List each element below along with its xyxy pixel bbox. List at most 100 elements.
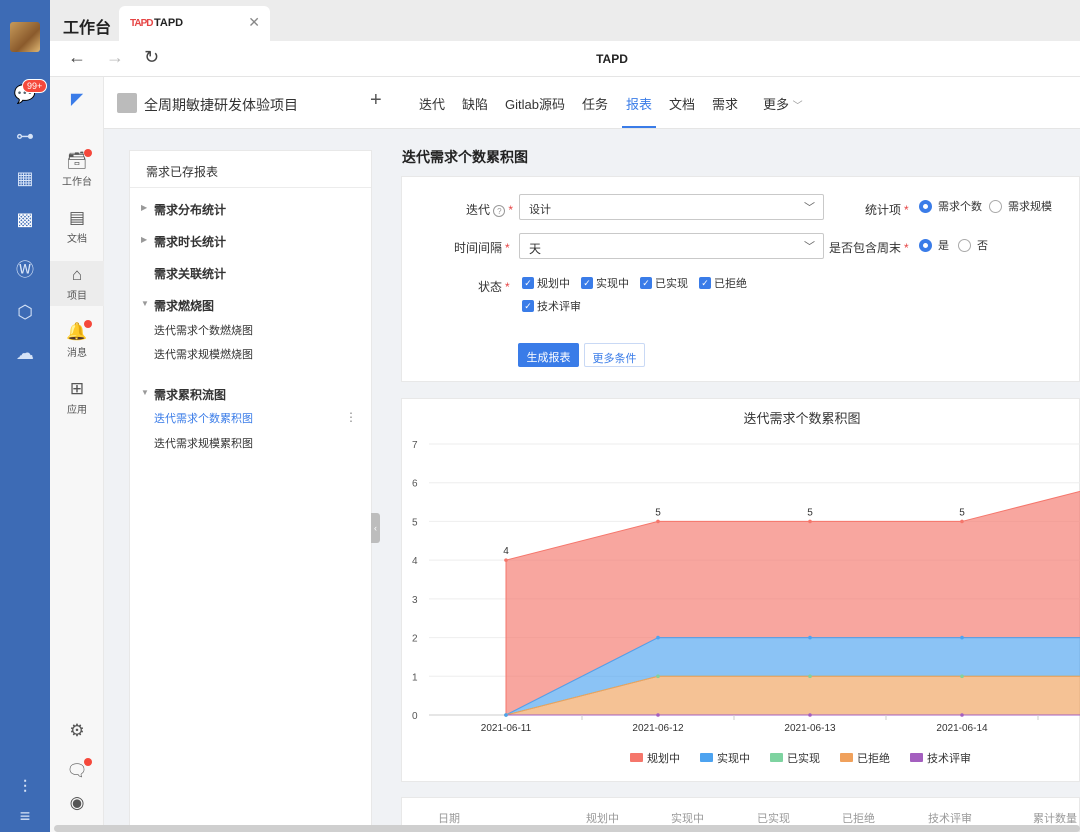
caret-down-icon: ▼ — [141, 299, 149, 308]
nav-requirements[interactable]: 需求 — [712, 94, 738, 113]
legend-label: 实现中 — [717, 751, 750, 765]
hex-settings-icon[interactable]: ⚙ — [50, 721, 104, 741]
sidebar-item-docs[interactable]: ▤ 文档 — [50, 208, 104, 245]
data-label: 4 — [503, 546, 509, 557]
word-icon[interactable]: Ⓦ — [13, 258, 37, 282]
nav-more[interactable]: 更多 ﹀ — [763, 94, 803, 113]
legend-label: 技术评审 — [927, 751, 971, 765]
data-point — [960, 674, 964, 679]
menu-icon[interactable]: ≡ — [13, 804, 37, 828]
group-duration[interactable]: ▶ 需求时长统计 — [130, 233, 371, 250]
status-label: 状态 * — [478, 280, 510, 294]
status-checkbox[interactable]: ✓ 已实现 — [640, 275, 688, 291]
data-point — [656, 519, 660, 524]
project-name[interactable]: 全周期敏捷研发体验项目 — [144, 95, 298, 115]
status-checkbox[interactable]: ✓ 已拒绝 — [699, 275, 747, 291]
add-icon[interactable]: + — [370, 89, 382, 112]
collapse-panel-handle[interactable]: ‹ — [371, 513, 380, 543]
radio-size[interactable]: 需求规模 — [989, 198, 1052, 214]
report-item[interactable]: 迭代需求个数燃烧图 — [130, 322, 371, 338]
interval-select[interactable]: 天 ﹀ — [519, 233, 824, 259]
data-point — [656, 635, 660, 640]
data-point — [656, 713, 660, 717]
nav-gitlab[interactable]: Gitlab源码 — [505, 94, 565, 113]
sidebar-item-workbench[interactable]: 🗃 工作台 — [50, 151, 104, 188]
radio-weekend-yes[interactable]: 是 — [919, 237, 949, 253]
group-burndown[interactable]: ▼ 需求燃烧图 — [130, 297, 371, 314]
nav-docs[interactable]: 文档 — [669, 94, 695, 113]
cloud-icon[interactable]: ☁ — [13, 341, 37, 365]
data-label: 5 — [807, 507, 813, 518]
radio-weekend-no[interactable]: 否 — [958, 237, 988, 253]
x-tick-label: 2021-06-14 — [936, 723, 988, 734]
notification-dot — [84, 149, 92, 157]
sidebar-item-messages[interactable]: 🔔 消息 — [50, 322, 104, 359]
nav-tasks[interactable]: 任务 — [582, 94, 608, 113]
nav-iteration[interactable]: 迭代 — [419, 94, 445, 113]
col-header: 技术评审 — [928, 813, 972, 825]
group-cumulative[interactable]: ▼ 需求累积流图 — [130, 386, 371, 403]
legend-label: 已拒绝 — [857, 751, 890, 765]
feedback-icon[interactable]: 🗨 — [50, 761, 104, 781]
caret-right-icon: ▶ — [141, 235, 148, 244]
radio-count[interactable]: 需求个数 — [919, 198, 982, 214]
legend-swatch — [840, 753, 853, 762]
data-label: 5 — [655, 507, 661, 518]
iteration-select[interactable]: 设计 ﹀ — [519, 194, 824, 220]
group-distribution[interactable]: ▶ 需求分布统计 — [130, 201, 371, 218]
chevron-down-icon: ﹀ — [792, 101, 803, 112]
org-icon[interactable]: ⊶ — [13, 124, 37, 148]
iteration-label: 迭代 ? * — [466, 203, 514, 217]
status-checkbox[interactable]: ✓ 技术评审 — [522, 298, 581, 314]
close-icon[interactable]: ✕ — [248, 14, 260, 31]
window-tab-bar: 工作台 TAPD TAPD ✕ — [50, 0, 1080, 41]
col-header: 已实现 — [757, 813, 790, 825]
report-item[interactable]: 迭代需求规模累积图 — [130, 435, 371, 451]
more-conditions-button[interactable]: 更多条件 — [584, 343, 645, 367]
nav-reports[interactable]: 报表 — [626, 94, 652, 113]
report-item-active[interactable]: 迭代需求个数累积图 ⋮ — [130, 410, 371, 426]
notification-dot — [84, 320, 92, 328]
y-tick-label: 4 — [412, 556, 418, 567]
nav-bugs[interactable]: 缺陷 — [462, 94, 488, 113]
status-checkbox[interactable]: ✓ 规划中 — [522, 275, 570, 291]
apps-icon: ⊞ — [69, 379, 85, 398]
data-point — [960, 519, 964, 524]
browser-nav-bar: ← → ↻ TAPD — [50, 41, 1080, 77]
x-tick-label: 2021-06-12 — [632, 723, 684, 734]
interval-label: 时间间隔 * — [454, 241, 510, 255]
settings-sliders-icon[interactable]: ⫶ — [13, 775, 37, 799]
data-point — [808, 635, 812, 640]
sidebar-item-project[interactable]: ⌂ 项目 — [50, 261, 104, 306]
col-header: 日期 — [438, 813, 460, 825]
help-icon: ? — [493, 205, 506, 217]
chart-container: 迭代需求个数累积图 0 1 2 3 4 5 6 7 4 5 5 5 2021-06-11 2021-06-1… — [401, 398, 1080, 782]
module-sidebar: ◤ 🗃 工作台 ▤ 文档 ⌂ 项目 🔔 消息 ⊞ 应用 ⚙ 🗨 ◉ — [50, 77, 104, 832]
sidebar-item-apps[interactable]: ⊞ 应用 — [50, 379, 104, 416]
cube-icon[interactable]: ⬡ — [13, 300, 37, 324]
project-avatar[interactable] — [117, 93, 137, 113]
tapd-brand-icon[interactable]: ◤ — [62, 89, 92, 109]
app-rail: 💬 99+ ⊶ ▦ ▩ Ⓦ ⬡ ☁ ⫶ ≡ — [0, 0, 50, 832]
chevron-down-icon: ﹀ — [804, 202, 815, 214]
generate-report-button[interactable]: 生成报表 — [518, 343, 579, 367]
avatar[interactable] — [10, 22, 40, 52]
stat-label: 统计项 * — [865, 203, 909, 217]
more-vertical-icon[interactable]: ⋮ — [345, 410, 357, 424]
y-tick-label: 3 — [412, 595, 418, 606]
page-url-title: TAPD — [596, 52, 628, 66]
horizontal-scrollbar[interactable] — [54, 825, 1080, 832]
report-item[interactable]: 迭代需求规模燃烧图 — [130, 346, 371, 362]
bell-icon: 🔔 — [66, 322, 88, 341]
doc-icon: ▤ — [68, 208, 86, 227]
y-tick-label: 2 — [412, 634, 418, 645]
y-tick-label: 6 — [412, 479, 418, 490]
status-checkbox[interactable]: ✓ 实现中 — [581, 275, 629, 291]
calendar-icon[interactable]: ▦ — [13, 166, 37, 190]
group-relation[interactable]: 需求关联统计 — [130, 265, 371, 282]
tab-tapd[interactable]: TAPD TAPD ✕ — [119, 6, 270, 41]
grid-apps-icon[interactable]: ▩ — [13, 207, 37, 231]
user-icon[interactable]: ◉ — [50, 793, 104, 813]
caret-right-icon: ▶ — [141, 203, 148, 212]
col-header: 规划中 — [586, 813, 619, 825]
